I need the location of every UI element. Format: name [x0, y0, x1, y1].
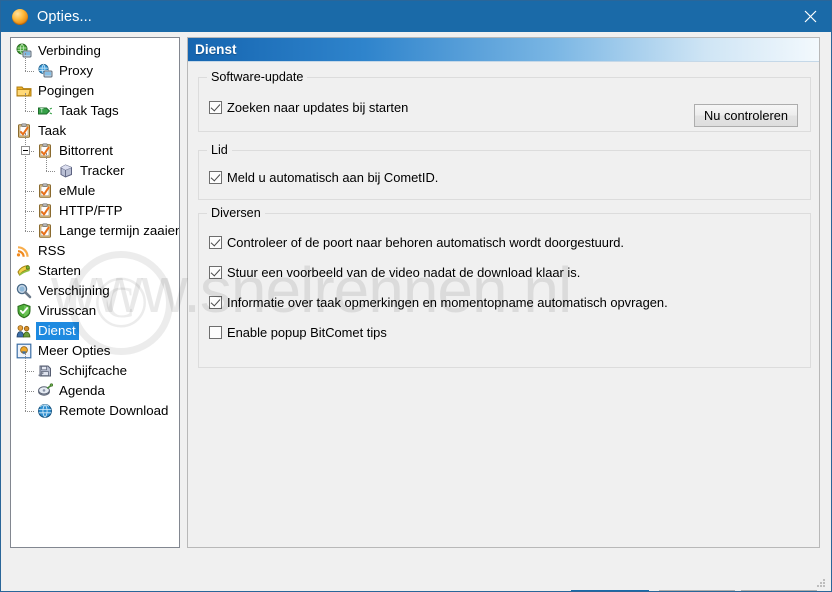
sidebar-item-bittorrent[interactable]: Bittorrent [11, 141, 179, 161]
checkbox-row-port-forward[interactable]: Controleer of de poort naar behoren auto… [209, 235, 624, 250]
checkbox-label-task-comments: Informatie over taak opmerkingen en mome… [227, 295, 668, 310]
people-icon [16, 323, 32, 339]
folder-icon [16, 83, 32, 99]
panel-header: Dienst [188, 38, 819, 62]
checkbox-check-updates-on-start[interactable] [209, 101, 222, 114]
checkbox-video-preview[interactable] [209, 266, 222, 279]
sidebar-item-label: Bittorrent [59, 143, 113, 158]
window-title: Opties... [37, 8, 92, 25]
schedule-icon [37, 383, 54, 399]
checkbox-label-popup-tips: Enable popup BitComet tips [227, 325, 387, 340]
tracker-server-icon [58, 163, 74, 179]
sidebar-item-verbinding[interactable]: Verbinding [11, 41, 179, 61]
sidebar-item-label: Taak [38, 123, 67, 138]
tag-icon: T [37, 103, 53, 119]
clipboard-icon [37, 183, 53, 199]
sidebar-item-taak[interactable]: Taak [11, 121, 179, 141]
checkbox-row-popup-tips[interactable]: Enable popup BitComet tips [209, 325, 387, 340]
title-bar: Opties... [1, 1, 831, 32]
sidebar-item-label: HTTP/FTP [59, 203, 123, 218]
settings-tree[interactable]: Verbinding Proxy Pogingen T Taak Tags Taak Bit… [10, 37, 180, 548]
group-software-update: Software-update Zoeken naar updates bij … [198, 70, 811, 132]
disk-cache-icon [37, 363, 53, 379]
checkbox-row-check-updates-on-start[interactable]: Zoeken naar updates bij starten [209, 100, 408, 115]
checkbox-label-video-preview: Stuur een voorbeeld van de video nadat d… [227, 265, 581, 280]
sidebar-item-label: Verschijning [38, 283, 110, 298]
sidebar-item-lange-termijn-zaaien[interactable]: Lange termijn zaaien [11, 221, 179, 241]
bitcomet-sphere-icon [12, 8, 28, 25]
checkbox-auto-signin-cometid[interactable] [209, 171, 222, 184]
proxy-globe-icon [37, 63, 53, 79]
settings-detail-panel: Dienst Software-update Zoeken naar updat… [187, 37, 820, 548]
sidebar-item-label: Proxy [59, 63, 93, 78]
options-dialog-window: Opties... Verbinding Proxy Pogingen T Taak T… [0, 0, 832, 592]
check-now-button-label: Nu controleren [704, 108, 788, 123]
sidebar-item-label: Agenda [59, 383, 105, 398]
sidebar-item-label: Virusscan [38, 303, 97, 318]
sidebar-item-emule[interactable]: eMule [11, 181, 179, 201]
checkbox-row-task-comments[interactable]: Informatie over taak opmerkingen en mome… [209, 295, 668, 310]
group-title-misc: Diversen [207, 206, 265, 220]
sidebar-item-taak-tags[interactable]: T Taak Tags [11, 101, 179, 121]
group-misc: Diversen Controleer of de poort naar beh… [198, 206, 811, 368]
rss-icon [16, 243, 32, 259]
remote-globe-icon [37, 403, 53, 419]
checkbox-label-check-updates-on-start: Zoeken naar updates bij starten [227, 100, 409, 115]
sidebar-item-http-ftp[interactable]: HTTP/FTP [11, 201, 179, 221]
page-title: Dienst [195, 42, 237, 57]
checkbox-label-auto-signin-cometid: Meld u automatisch aan bij CometID. [227, 170, 439, 185]
dialog-body: Verbinding Proxy Pogingen T Taak Tags Taak Bit… [1, 32, 831, 591]
more-options-icon [16, 343, 32, 359]
shield-check-icon [16, 303, 32, 319]
check-now-button[interactable]: Nu controleren [694, 104, 798, 127]
sidebar-item-starten[interactable]: Starten [11, 261, 179, 281]
sidebar-item-label: Dienst [36, 322, 79, 340]
resize-grip[interactable] [815, 576, 827, 588]
sidebar-item-verschijning[interactable]: Verschijning [11, 281, 179, 301]
checkbox-label-port-forward: Controleer of de poort naar behoren auto… [227, 235, 624, 250]
sidebar-item-remote-download[interactable]: Remote Download [11, 401, 179, 421]
group-member: Lid Meld u automatisch aan bij CometID. [198, 143, 811, 200]
group-title-software-update: Software-update [207, 70, 308, 84]
sidebar-item-label: Remote Download [59, 403, 169, 418]
sidebar-item-rss[interactable]: RSS [11, 241, 179, 261]
appearance-icon [16, 283, 32, 299]
checkbox-task-comments[interactable] [209, 296, 222, 309]
sidebar-item-label: Verbinding [38, 43, 101, 58]
sidebar-item-virusscan[interactable]: Virusscan [11, 301, 179, 321]
sidebar-item-label: Lange termijn zaaien [59, 223, 180, 238]
close-icon[interactable] [787, 1, 831, 32]
sidebar-item-meer-opties[interactable]: Meer Opties [11, 341, 179, 361]
clipboard-icon [16, 123, 32, 139]
sidebar-item-label: Meer Opties [38, 343, 111, 358]
group-title-member: Lid [207, 143, 232, 157]
clipboard-icon [37, 203, 53, 219]
checkbox-row-auto-signin-cometid[interactable]: Meld u automatisch aan bij CometID. [209, 170, 438, 185]
sidebar-item-agenda[interactable]: Agenda [11, 381, 179, 401]
sidebar-item-label: eMule [59, 183, 96, 198]
sidebar-item-dienst[interactable]: Dienst [11, 321, 179, 341]
sidebar-item-label: Tracker [80, 163, 125, 178]
sidebar-item-pogingen[interactable]: Pogingen [11, 81, 179, 101]
sidebar-item-label: Starten [38, 263, 81, 278]
sidebar-item-proxy[interactable]: Proxy [11, 61, 179, 81]
connection-globe-icon [16, 43, 32, 59]
checkbox-row-video-preview[interactable]: Stuur een voorbeeld van de video nadat d… [209, 265, 580, 280]
sidebar-item-label: Schijfcache [59, 363, 127, 378]
sidebar-item-schijfcache[interactable]: Schijfcache [11, 361, 179, 381]
startup-icon [16, 263, 32, 279]
sidebar-item-label: Taak Tags [59, 103, 119, 118]
sidebar-item-label: Pogingen [38, 83, 95, 98]
sidebar-item-tracker[interactable]: Tracker [11, 161, 179, 181]
svg-text:T: T [40, 109, 44, 115]
checkbox-popup-tips[interactable] [209, 326, 222, 339]
clipboard-icon [37, 143, 53, 159]
clipboard-icon [37, 223, 53, 239]
sidebar-item-label: RSS [38, 243, 66, 258]
checkbox-port-forward[interactable] [209, 236, 222, 249]
